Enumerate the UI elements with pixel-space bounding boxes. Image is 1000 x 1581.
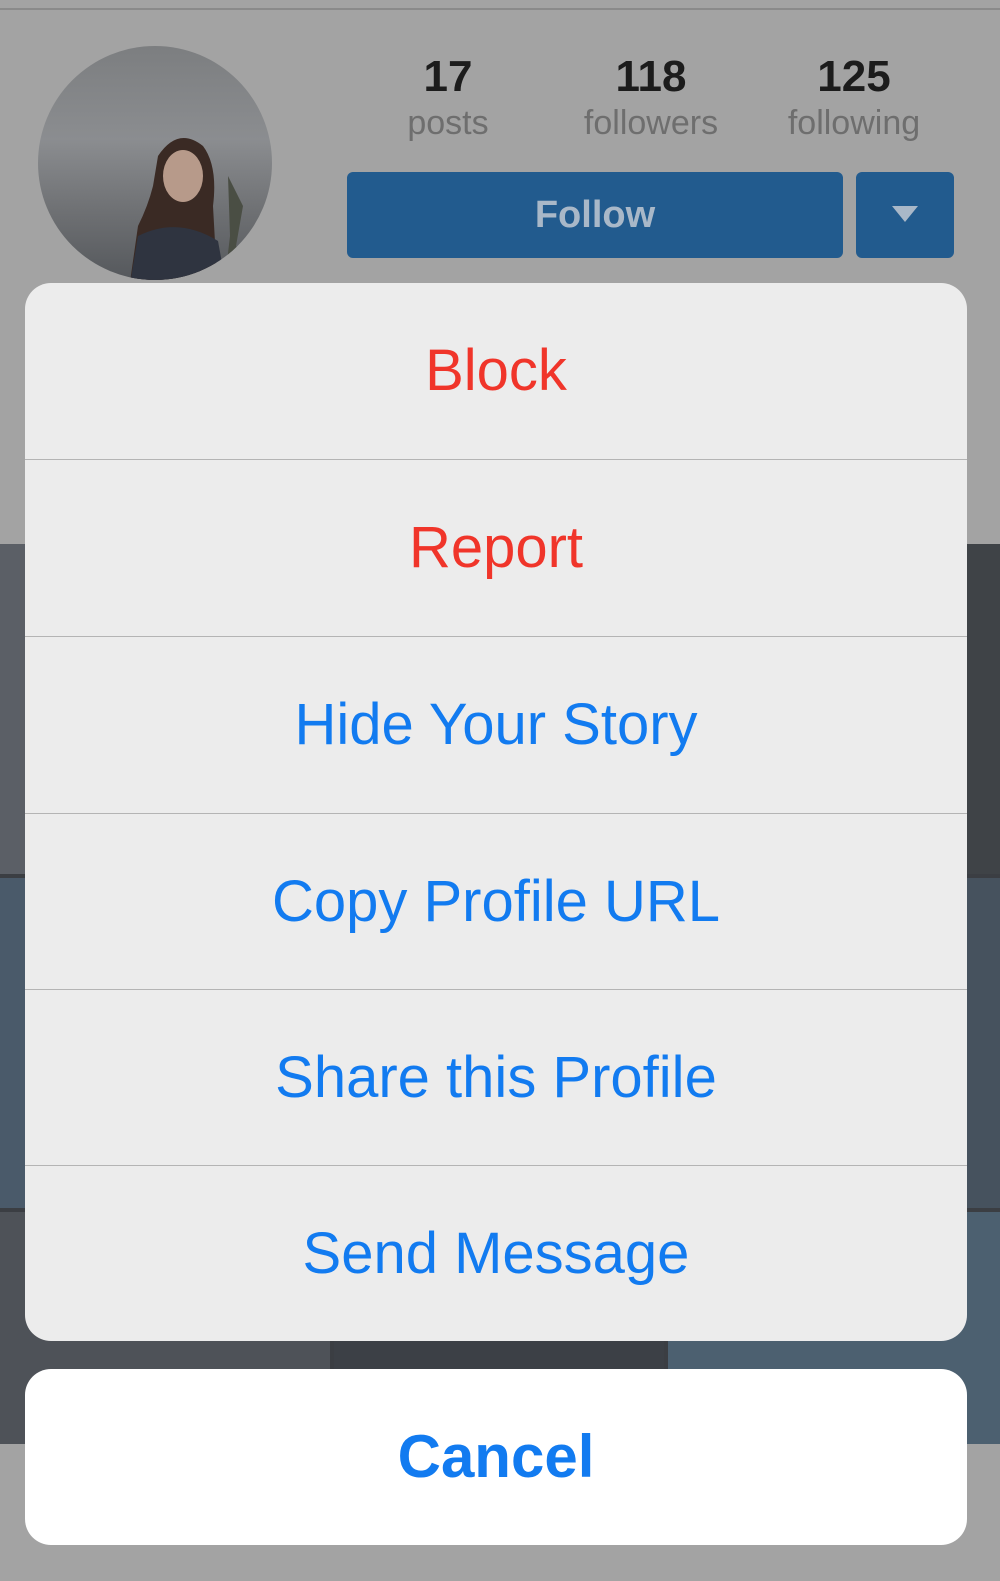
avatar[interactable] bbox=[38, 46, 272, 280]
following-label: following bbox=[787, 104, 921, 142]
action-sheet: Block Report Hide Your Story Copy Profil… bbox=[25, 283, 967, 1341]
followers-label: followers bbox=[583, 104, 719, 142]
top-divider bbox=[0, 8, 1000, 10]
stat-posts[interactable]: 17 posts bbox=[353, 52, 543, 144]
posts-count: 17 bbox=[423, 52, 473, 101]
report-button[interactable]: Report bbox=[25, 460, 967, 636]
avatar-person-image bbox=[130, 138, 253, 280]
triangle-down-icon bbox=[892, 206, 918, 222]
following-count: 125 bbox=[817, 52, 891, 101]
stat-following[interactable]: 125 following bbox=[759, 52, 949, 144]
hide-your-story-button[interactable]: Hide Your Story bbox=[25, 637, 967, 813]
stat-followers[interactable]: 118 followers bbox=[556, 52, 746, 144]
cancel-button[interactable]: Cancel bbox=[25, 1369, 967, 1545]
send-message-button[interactable]: Send Message bbox=[25, 1166, 967, 1341]
follow-options-button[interactable] bbox=[856, 172, 954, 258]
follow-button[interactable]: Follow bbox=[347, 172, 843, 258]
block-button[interactable]: Block bbox=[25, 283, 967, 459]
followers-count: 118 bbox=[615, 52, 687, 101]
posts-label: posts bbox=[407, 104, 489, 142]
copy-profile-url-button[interactable]: Copy Profile URL bbox=[25, 814, 967, 990]
share-profile-button[interactable]: Share this Profile bbox=[25, 990, 967, 1166]
